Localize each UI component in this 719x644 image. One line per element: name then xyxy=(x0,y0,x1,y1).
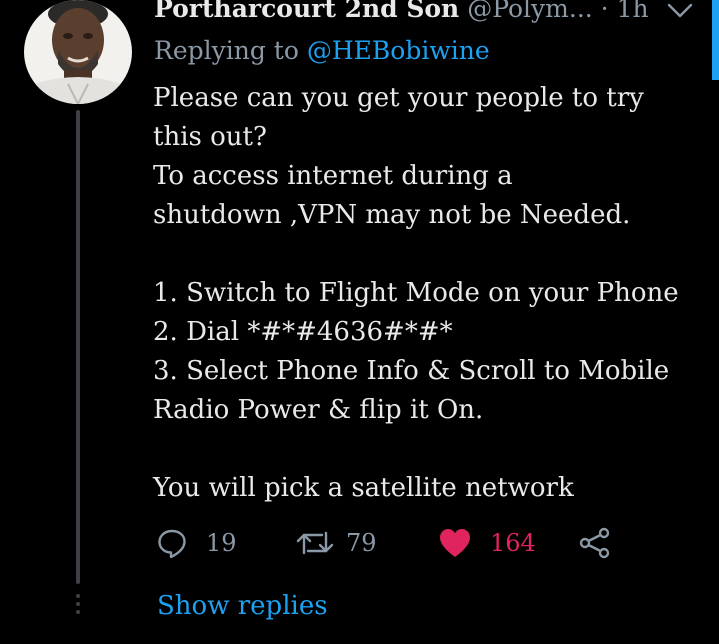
thread-line xyxy=(76,110,80,584)
reply-button[interactable]: 19 xyxy=(156,526,237,560)
tweet[interactable]: Portharcourt 2nd Son @Polym... · 1h Repl… xyxy=(0,0,719,644)
comment-bubble-icon xyxy=(158,529,186,559)
replying-prefix: Replying to xyxy=(154,36,299,65)
tweet-text-line: Radio Power & flip it On. xyxy=(153,395,484,425)
avatar-image xyxy=(24,0,132,104)
show-replies-link[interactable]: Show replies xyxy=(157,589,328,623)
replying-to: Replying to @HEBobiwine xyxy=(154,34,490,68)
tweet-text: Please can you get your people to try th… xyxy=(153,79,698,508)
reply-count: 19 xyxy=(206,529,237,557)
tweet-header: Portharcourt 2nd Son @Polym... · 1h xyxy=(154,0,704,26)
share-icon xyxy=(579,527,610,559)
tweet-text-line: 2. Dial *#*#4636#*#* xyxy=(153,317,453,347)
tweet-text-line xyxy=(153,430,698,469)
tweet-text-line: 3. Select Phone Info & Scroll to Mobile xyxy=(153,356,670,386)
tweet-menu-button[interactable] xyxy=(666,0,694,26)
like-count: 164 xyxy=(490,529,536,557)
tweet-time[interactable]: 1h xyxy=(617,0,649,23)
tweet-text-line: To access internet during a xyxy=(153,161,513,191)
author-name[interactable]: Portharcourt 2nd Son xyxy=(154,0,459,23)
retweet-button[interactable]: 79 xyxy=(296,526,377,560)
heart-icon xyxy=(440,529,470,557)
replying-to-handle[interactable]: @HEBobiwine xyxy=(307,36,490,65)
tweet-text-line: You will pick a satellite network xyxy=(153,473,574,503)
retweet-icon xyxy=(296,531,334,555)
retweet-count: 79 xyxy=(346,529,377,557)
scroll-indicator xyxy=(712,0,719,80)
tweet-text-line xyxy=(153,235,698,274)
tweet-text-line: shutdown ,VPN may not be Needed. xyxy=(153,200,631,230)
author-avatar[interactable] xyxy=(24,0,132,104)
chevron-down-icon xyxy=(667,3,693,18)
separator-dot: · xyxy=(600,0,609,23)
tweet-actions: 19 79 164 xyxy=(156,526,626,560)
share-button[interactable] xyxy=(578,526,612,560)
tweet-text-line: Please can you get your people to try xyxy=(153,83,644,113)
thread-dots xyxy=(76,594,80,618)
author-handle[interactable]: @Polym... xyxy=(467,0,593,23)
tweet-text-line: 1. Switch to Flight Mode on your Phone xyxy=(153,278,679,308)
tweet-text-line: this out? xyxy=(153,122,267,152)
like-button[interactable]: 164 xyxy=(438,526,536,560)
